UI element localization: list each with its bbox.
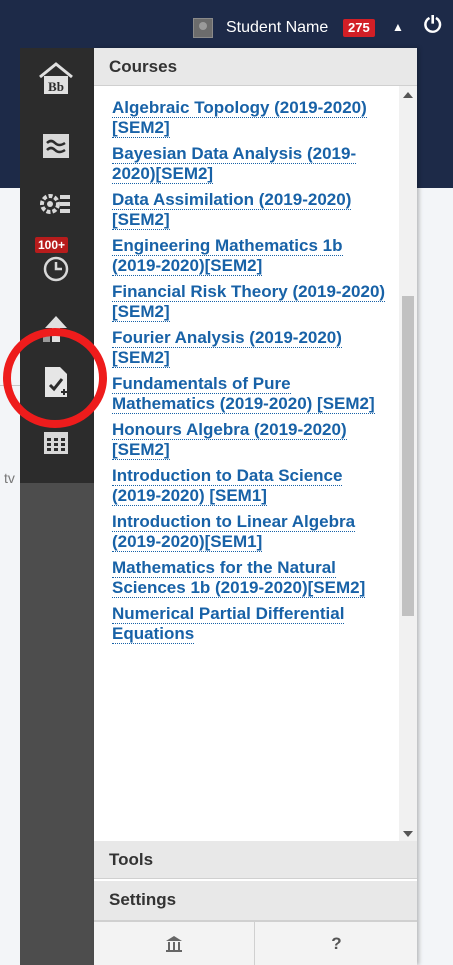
power-icon[interactable]: ⏻: [424, 12, 441, 38]
list-item: Bayesian Data Analysis (2019-2020)[SEM2]: [112, 144, 389, 184]
course-link[interactable]: Financial Risk Theory (2019-2020)[SEM2]: [112, 282, 386, 322]
list-item: Fundamentals of Pure Mathematics (2019-2…: [112, 374, 389, 414]
course-link[interactable]: Mathematics for the Natural Sciences 1b …: [112, 558, 366, 598]
panel-footer: ?: [94, 921, 417, 965]
tools-header[interactable]: Tools: [94, 841, 417, 879]
course-link[interactable]: Introduction to Linear Algebra (2019-202…: [112, 512, 356, 552]
scroll-down-arrow-icon[interactable]: [403, 831, 413, 837]
course-link[interactable]: Algebraic Topology (2019-2020)[SEM2]: [112, 98, 367, 138]
list-item: Introduction to Data Science (2019-2020)…: [112, 466, 389, 506]
scrollbar-thumb[interactable]: [402, 296, 414, 616]
activity-stream-icon[interactable]: [33, 123, 79, 169]
highlight-circle: [3, 328, 107, 428]
list-item: Numerical Partial Differential Equations: [112, 604, 389, 644]
help-button[interactable]: ?: [256, 922, 417, 965]
scroll-up-arrow-icon[interactable]: [403, 92, 413, 98]
icon-column-lower: [20, 483, 94, 965]
navigation-panel: Bb 100+ Courses Algebraic Topology (2019…: [20, 48, 417, 965]
course-list-container[interactable]: Algebraic Topology (2019-2020)[SEM2] Bay…: [94, 86, 417, 841]
svg-text:Bb: Bb: [48, 79, 64, 94]
list-item: Introduction to Linear Algebra (2019-202…: [112, 512, 389, 552]
due-count-badge: 100+: [35, 237, 69, 253]
course-link[interactable]: Introduction to Data Science (2019-2020)…: [112, 466, 343, 506]
courses-panel: Courses Algebraic Topology (2019-2020)[S…: [94, 48, 417, 965]
course-link[interactable]: Fundamentals of Pure Mathematics (2019-2…: [112, 374, 375, 414]
courses-header[interactable]: Courses: [94, 48, 417, 86]
course-link[interactable]: Bayesian Data Analysis (2019-2020)[SEM2]: [112, 144, 357, 184]
notification-count-badge[interactable]: 275: [343, 19, 375, 37]
avatar[interactable]: [193, 18, 213, 38]
course-list: Algebraic Topology (2019-2020)[SEM2] Bay…: [94, 98, 417, 644]
list-item: Algebraic Topology (2019-2020)[SEM2]: [112, 98, 389, 138]
background-text-fragment: tv: [4, 470, 15, 486]
top-bar: Student Name 275 ▲ ⏻: [0, 0, 453, 48]
user-name[interactable]: Student Name: [226, 18, 328, 38]
course-link[interactable]: Numerical Partial Differential Equations: [112, 604, 345, 644]
course-link[interactable]: Fourier Analysis (2019-2020)[SEM2]: [112, 328, 342, 368]
institution-home-icon[interactable]: [94, 922, 255, 965]
list-item: Engineering Mathematics 1b (2019-2020)[S…: [112, 236, 389, 276]
caret-up-icon[interactable]: ▲: [392, 20, 404, 34]
organizations-icon[interactable]: [33, 181, 79, 227]
list-item: Fourier Analysis (2019-2020)[SEM2]: [112, 328, 389, 368]
list-item: Financial Risk Theory (2019-2020)[SEM2]: [112, 282, 389, 322]
list-item: Mathematics for the Natural Sciences 1b …: [112, 558, 389, 598]
home-bb-icon[interactable]: Bb: [33, 56, 79, 102]
list-item: Honours Algebra (2019-2020)[SEM2]: [112, 420, 389, 460]
settings-header[interactable]: Settings: [94, 881, 417, 921]
list-item: Data Assimilation (2019-2020)[SEM2]: [112, 190, 389, 230]
course-link[interactable]: Data Assimilation (2019-2020)[SEM2]: [112, 190, 352, 230]
course-link[interactable]: Engineering Mathematics 1b (2019-2020)[S…: [112, 236, 343, 276]
course-link[interactable]: Honours Algebra (2019-2020)[SEM2]: [112, 420, 347, 460]
